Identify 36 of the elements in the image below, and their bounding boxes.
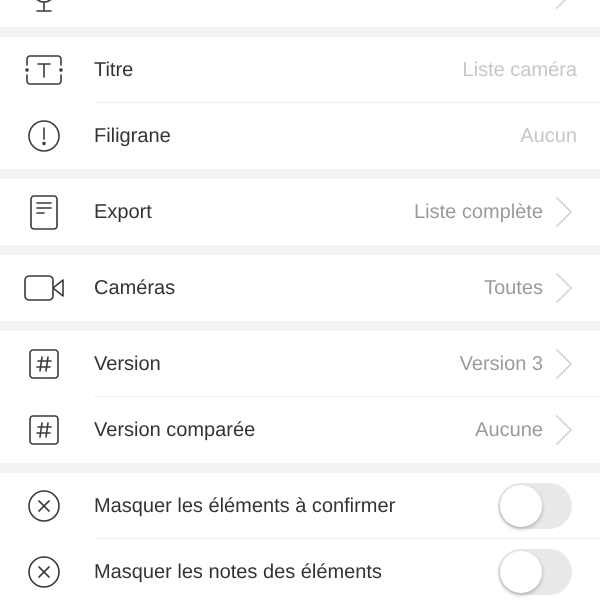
settings-row[interactable]: Titre Liste caméra [0,37,600,103]
chevron-right-icon [556,197,572,227]
setting-value: Toutes [484,276,543,301]
setting-value: Version 3 [460,352,543,376]
chevron-right-icon [556,348,572,378]
setting-label: Version comparée [94,418,256,443]
setting-label: Masquer les éléments à confirmer [94,494,396,518]
setting-value: Aucune [475,418,543,443]
settings-row[interactable]: Version Version 3 [0,331,600,397]
text-box-icon [25,55,63,85]
setting-value: Liste complète [414,200,543,225]
chevron-right-icon [556,273,572,303]
setting-label: Export [94,200,152,225]
settings-row[interactable]: Export Liste complète [0,179,600,245]
settings-row[interactable]: Filigrane Aucun [0,103,600,169]
setting-label: Titre [94,58,134,82]
hash-icon [29,349,59,379]
setting-label: Masquer les notes des éléments [94,560,382,585]
video-camera-icon [24,275,64,301]
chevron-right-icon [556,415,572,445]
hash-icon [29,415,59,445]
settings-row[interactable]: Caméras Toutes [0,255,600,321]
text-field[interactable]: Aucun [407,121,577,151]
settings-row[interactable]: Version comparée Aucune [0,397,600,463]
alert-icon [28,120,60,152]
setting-label: Caméras [94,276,176,301]
close-circle-icon [28,490,60,522]
settings-row[interactable]: Masquer les éléments à confirmer [0,473,600,539]
toggle-switch[interactable] [498,482,572,528]
settings-row[interactable]: Masquer les notes des éléments [0,539,600,600]
close-circle-icon [28,556,60,588]
document-icon [30,194,58,230]
setting-label: Version [94,352,161,376]
text-field[interactable]: Liste caméra [407,54,577,84]
toggle-switch[interactable] [498,549,572,595]
setting-label: Filigrane [94,124,171,149]
